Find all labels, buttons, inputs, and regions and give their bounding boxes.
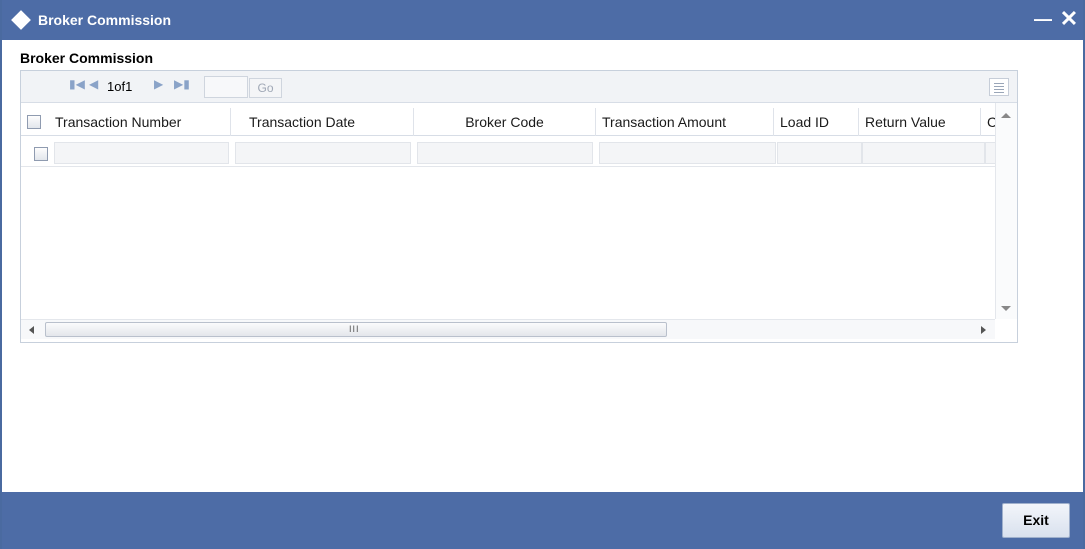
section-title: Broker Commission <box>20 50 154 66</box>
cell-load-id[interactable] <box>777 142 862 164</box>
scroll-right-icon[interactable] <box>981 326 986 334</box>
column-header-truncated[interactable]: C <box>981 108 996 136</box>
broker-commission-window: Broker Commission — ✕ Broker Commission … <box>0 0 1085 549</box>
next-page-icon[interactable]: ▶ <box>154 77 163 91</box>
close-icon[interactable]: ✕ <box>1059 8 1079 30</box>
broker-commission-grid: ▮◀ ◀ 1of1 ▶ ▶▮ Go Transaction Number Tra… <box>20 70 1018 343</box>
scroll-down-icon[interactable] <box>1001 306 1011 311</box>
window-title: Broker Commission <box>38 12 172 28</box>
footer-bar: Exit <box>2 492 1083 549</box>
cell-transaction-amount[interactable] <box>599 142 776 164</box>
horizontal-scroll-thumb[interactable]: III <box>45 322 667 337</box>
column-header-transaction-amount[interactable]: Transaction Amount <box>596 108 774 136</box>
exit-button[interactable]: Exit <box>1002 503 1070 538</box>
scroll-left-icon[interactable] <box>29 326 34 334</box>
page-info: 1of1 <box>107 79 133 94</box>
cell-transaction-number[interactable] <box>54 142 229 164</box>
column-settings-icon[interactable] <box>989 78 1009 96</box>
scroll-up-icon[interactable] <box>1001 113 1011 118</box>
select-all-checkbox[interactable] <box>27 115 41 129</box>
page-number-input[interactable] <box>204 76 248 98</box>
cell-broker-code[interactable] <box>417 142 593 164</box>
column-header-transaction-date[interactable]: Transaction Date <box>231 108 414 136</box>
cell-return-value[interactable] <box>862 142 985 164</box>
go-button[interactable]: Go <box>249 78 282 98</box>
table-header: Transaction Number Transaction Date Brok… <box>21 108 996 136</box>
vertical-scrollbar[interactable] <box>995 103 1017 319</box>
scroll-grip-icon: III <box>349 324 360 334</box>
pager-bar: ▮◀ ◀ 1of1 ▶ ▶▮ Go <box>21 71 1017 103</box>
row-checkbox[interactable] <box>34 147 48 161</box>
prev-page-icon[interactable]: ◀ <box>89 77 98 91</box>
horizontal-scrollbar[interactable]: III <box>21 319 995 339</box>
table-row[interactable] <box>21 139 996 167</box>
minimize-icon[interactable]: — <box>1034 10 1052 28</box>
column-header-load-id[interactable]: Load ID <box>774 108 859 136</box>
first-page-icon[interactable]: ▮◀ <box>69 77 85 91</box>
last-page-icon[interactable]: ▶▮ <box>174 77 190 91</box>
column-header-return-value[interactable]: Return Value <box>859 108 981 136</box>
title-bar: Broker Commission — ✕ <box>2 0 1083 40</box>
column-header-broker-code[interactable]: Broker Code <box>414 108 596 136</box>
cell-transaction-date[interactable] <box>235 142 411 164</box>
column-header-transaction-number[interactable]: Transaction Number <box>49 108 231 136</box>
diamond-icon <box>11 10 31 30</box>
